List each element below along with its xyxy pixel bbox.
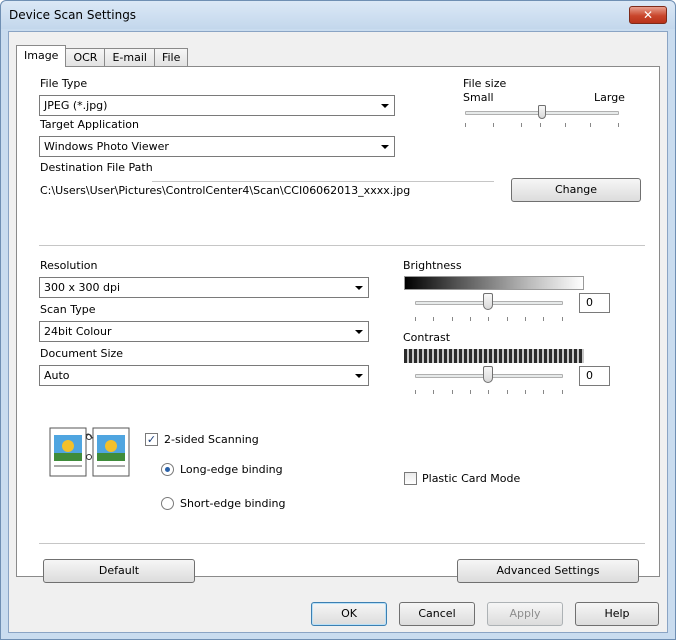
file-size-ticks bbox=[465, 123, 619, 127]
contrast-pattern bbox=[404, 349, 584, 363]
brightness-gradient bbox=[404, 276, 584, 290]
file-size-label: File size bbox=[463, 77, 507, 90]
tab-ocr[interactable]: OCR bbox=[65, 48, 106, 67]
change-button[interactable]: Change bbox=[511, 178, 641, 202]
doc-size-select[interactable]: Auto bbox=[39, 365, 369, 386]
tab-image[interactable]: Image bbox=[16, 45, 67, 67]
image-tab-panel: File Type JPEG (*.jpg) File size Small L… bbox=[16, 66, 660, 583]
long-edge-radio[interactable] bbox=[161, 463, 174, 476]
brightness-ticks bbox=[415, 317, 563, 321]
file-size-slider-thumb[interactable] bbox=[538, 105, 546, 119]
dest-path-separator bbox=[152, 181, 494, 183]
short-edge-label: Short-edge binding bbox=[180, 497, 286, 510]
dest-path-value: C:\Users\User\Pictures\ControlCenter4\Sc… bbox=[40, 184, 411, 197]
cancel-button[interactable]: Cancel bbox=[399, 602, 475, 626]
title-bar[interactable]: Device Scan Settings ✕ bbox=[1, 1, 675, 29]
window-title: Device Scan Settings bbox=[9, 8, 137, 22]
contrast-input[interactable]: 0 bbox=[579, 366, 610, 386]
dialog-client: Image OCR E-mail File File Type JPEG (*.… bbox=[8, 31, 668, 633]
target-app-select[interactable]: Windows Photo Viewer bbox=[39, 136, 395, 157]
contrast-slider-thumb[interactable] bbox=[483, 366, 493, 383]
section-separator bbox=[39, 245, 645, 247]
advanced-settings-button[interactable]: Advanced Settings bbox=[457, 559, 639, 583]
scan-type-label: Scan Type bbox=[40, 303, 96, 316]
contrast-ticks bbox=[415, 390, 563, 394]
brightness-label: Brightness bbox=[403, 259, 462, 272]
chevron-down-icon bbox=[381, 104, 389, 108]
scan-type-value: 24bit Colour bbox=[44, 325, 112, 338]
resolution-value: 300 x 300 dpi bbox=[44, 281, 121, 294]
plastic-card-label: Plastic Card Mode bbox=[422, 472, 521, 485]
tab-email[interactable]: E-mail bbox=[104, 48, 155, 67]
chevron-down-icon bbox=[355, 286, 363, 290]
bottom-separator bbox=[39, 543, 645, 545]
short-edge-radio[interactable] bbox=[161, 497, 174, 510]
close-button[interactable]: ✕ bbox=[629, 6, 667, 24]
target-app-label: Target Application bbox=[40, 118, 139, 131]
chevron-down-icon bbox=[355, 330, 363, 334]
resolution-select[interactable]: 300 x 300 dpi bbox=[39, 277, 369, 298]
chevron-down-icon bbox=[381, 145, 389, 149]
file-type-value: JPEG (*.jpg) bbox=[44, 99, 108, 112]
tab-file[interactable]: File bbox=[153, 48, 189, 67]
apply-button[interactable]: Apply bbox=[487, 602, 563, 626]
contrast-label: Contrast bbox=[403, 331, 451, 344]
doc-size-label: Document Size bbox=[40, 347, 124, 360]
close-icon: ✕ bbox=[642, 8, 654, 22]
duplex-scan-icon bbox=[49, 427, 130, 477]
ok-button[interactable]: OK bbox=[311, 602, 387, 626]
long-edge-label: Long-edge binding bbox=[180, 463, 283, 476]
help-button[interactable]: Help bbox=[575, 602, 659, 626]
file-type-select[interactable]: JPEG (*.jpg) bbox=[39, 95, 395, 116]
dest-path-label: Destination File Path bbox=[40, 161, 153, 174]
resolution-label: Resolution bbox=[40, 259, 98, 272]
chevron-down-icon bbox=[355, 374, 363, 378]
scan-type-select[interactable]: 24bit Colour bbox=[39, 321, 369, 342]
doc-size-value: Auto bbox=[44, 369, 70, 382]
plastic-card-checkbox[interactable] bbox=[404, 472, 417, 485]
two-sided-label: 2-sided Scanning bbox=[164, 433, 259, 446]
target-app-value: Windows Photo Viewer bbox=[44, 140, 169, 153]
default-button[interactable]: Default bbox=[43, 559, 195, 583]
file-size-small-label: Small bbox=[463, 91, 494, 104]
two-sided-checkbox[interactable]: ✓ bbox=[145, 433, 158, 446]
file-type-label: File Type bbox=[40, 77, 88, 90]
checkmark-icon: ✓ bbox=[146, 433, 157, 446]
tab-strip: Image OCR E-mail File bbox=[16, 45, 189, 67]
dialog-window: Device Scan Settings ✕ Image OCR E-mail … bbox=[0, 0, 676, 640]
brightness-input[interactable]: 0 bbox=[579, 293, 610, 313]
file-size-large-label: Large bbox=[594, 91, 625, 104]
brightness-slider-thumb[interactable] bbox=[483, 293, 493, 310]
